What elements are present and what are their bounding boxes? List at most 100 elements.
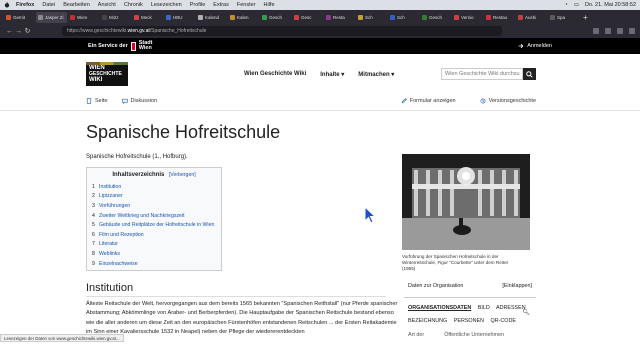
tab-adressen[interactable]: ADRESSEN: [496, 305, 526, 311]
login-link[interactable]: Anmelden: [518, 43, 552, 49]
menu-profile[interactable]: Profile: [190, 2, 206, 8]
menu-fenster[interactable]: Fenster: [237, 2, 256, 8]
toc-link[interactable]: Einzelnachweise: [99, 261, 138, 267]
wien-geschichte-wiki-logo[interactable]: WIEN GESCHICHTE WIKI: [86, 62, 128, 86]
toc-number: 6: [92, 231, 95, 238]
menu-chronik[interactable]: Chronik: [124, 2, 143, 8]
search-input[interactable]: Wien Geschichte Wiki durchsu: [441, 68, 523, 80]
toc-item[interactable]: 7 Literatur: [92, 240, 216, 250]
databox-toggle[interactable]: [Einklappen]: [502, 283, 532, 289]
discussion-icon: [121, 98, 128, 104]
apple-icon[interactable]: [4, 2, 10, 8]
tab-label: Wien: [77, 14, 88, 20]
search-button[interactable]: [523, 68, 536, 80]
toc-item[interactable]: 4 Zweiter Weltkrieg und Nachkriegszeit: [92, 211, 216, 221]
nav-wiki[interactable]: Wien Geschichte Wiki: [244, 71, 306, 78]
toc-item[interactable]: 9 Einzelnachweise: [92, 259, 216, 269]
browser-tab[interactable]: Wien: [68, 12, 99, 23]
downloads-icon[interactable]: [617, 28, 623, 34]
browser-tab[interactable]: Sch: [388, 12, 419, 23]
browser-tab[interactable]: Spa: [548, 12, 579, 23]
toc-number: 5: [92, 222, 95, 229]
browser-tab[interactable]: Gemit: [4, 12, 35, 23]
url-field[interactable]: https://www.geschichtewiki. wien.gv.at/Sp…: [62, 26, 502, 36]
tab-bild[interactable]: BILD: [478, 305, 490, 311]
toc-item[interactable]: 3 Vorführungen: [92, 201, 216, 211]
toc-link[interactable]: Zweiter Weltkrieg und Nachkriegszeit: [99, 213, 185, 219]
tab-personen[interactable]: PERSONEN: [454, 318, 484, 324]
history-link[interactable]: Versionsgeschichte: [480, 98, 536, 104]
section-title: Institution: [86, 282, 134, 294]
nav-inhalte[interactable]: Inhalte ▾: [320, 71, 344, 78]
toc-heading: Inhaltsverzeichnis: [112, 172, 165, 178]
tab-page[interactable]: Seite: [86, 98, 108, 104]
menubar-clock[interactable]: Do. 21. Mai 20:58:52: [585, 2, 636, 8]
browser-tab[interactable]: Kalen: [228, 12, 259, 23]
toc-link[interactable]: Gebäude und Reitplätze der Hofreitschule…: [99, 222, 214, 228]
toc-link[interactable]: Vorführungen: [99, 203, 130, 209]
back-icon[interactable]: ←: [5, 28, 14, 35]
menu-icon[interactable]: [629, 28, 635, 34]
vpn-icon[interactable]: [605, 28, 611, 34]
tab-bezeichnung[interactable]: BEZEICHNUNG: [408, 318, 447, 324]
nav-mitmachen[interactable]: Mitmachen ▾: [358, 71, 394, 78]
menu-app-name[interactable]: Firefox: [16, 2, 34, 8]
battery-icon[interactable]: ▭: [574, 2, 579, 8]
show-form-link[interactable]: Formular anzeigen: [401, 98, 456, 104]
browser-tab[interactable]: Gesc: [292, 12, 323, 23]
browser-tab[interactable]: Aushi: [516, 12, 547, 23]
browser-tab[interactable]: Versio: [452, 12, 483, 23]
browser-tab[interactable]: Gesch: [260, 12, 291, 23]
toc-item[interactable]: 5 Gebäude und Reitplätze der Hofreitschul…: [92, 220, 216, 230]
toc-item[interactable]: 2 Lipizzaner: [92, 192, 216, 202]
browser-tab[interactable]: Gesch: [420, 12, 451, 23]
browser-tab[interactable]: Resta: [324, 12, 355, 23]
toc-number: 8: [92, 250, 95, 257]
stadt-wien-logo[interactable]: Stadt Wien: [130, 40, 153, 52]
toc-link[interactable]: Lipizzaner: [99, 193, 123, 199]
toc-link[interactable]: Literatur: [99, 241, 118, 247]
menu-hilfe[interactable]: Hilfe: [264, 2, 275, 8]
extension-icon[interactable]: [593, 28, 599, 34]
toc-item[interactable]: 6 Film und Rezeption: [92, 230, 216, 240]
toc-toggle[interactable]: [Verbergen]: [169, 172, 196, 178]
tab-label: Kalen: [237, 14, 249, 20]
tab-favicon-icon: [390, 14, 395, 20]
tab-organisationsdaten[interactable]: ORGANISATIONSDATEN: [408, 305, 471, 311]
browser-tab[interactable]: Sch: [356, 12, 387, 23]
wien-flag-icon: [130, 41, 136, 51]
tab-label: Sch: [365, 14, 373, 20]
logo-line3: WIKI: [89, 77, 103, 83]
tab-discussion[interactable]: Diskussion: [121, 98, 157, 104]
toc-item[interactable]: 1 Institution: [92, 182, 216, 192]
tab-qr-code[interactable]: QR-CODE: [491, 318, 516, 324]
menu-extras[interactable]: Extras: [213, 2, 229, 8]
browser-tab[interactable]: Restau: [484, 12, 515, 23]
menu-lesezeichen[interactable]: Lesezeichen: [151, 2, 182, 8]
tab-label: Kalend: [205, 14, 220, 20]
tab-favicon-icon: [486, 14, 491, 20]
browser-tab[interactable]: Meck: [132, 12, 163, 23]
tab-label: Spa: [557, 14, 566, 20]
reload-icon[interactable]: ↻: [23, 27, 32, 35]
menu-datei[interactable]: Datei: [42, 2, 55, 8]
tab-favicon-icon: [454, 14, 459, 20]
toc-link[interactable]: Weblinks: [99, 251, 120, 257]
url-prefix: https://www.geschichtewiki.: [67, 28, 128, 34]
tab-favicon-icon: [6, 14, 11, 20]
menu-bearbeiten[interactable]: Bearbeiten: [63, 2, 90, 8]
browser-tab[interactable]: Mi2z: [100, 12, 131, 23]
new-tab-icon[interactable]: +: [583, 13, 588, 22]
url-path: /Spanische_Hofreitschule: [149, 28, 207, 34]
browser-tab[interactable]: Kalend: [196, 12, 227, 23]
browser-tab[interactable]: HBU: [164, 12, 195, 23]
menu-ansicht[interactable]: Ansicht: [98, 2, 116, 8]
forward-icon[interactable]: →: [14, 28, 23, 35]
hall-photo[interactable]: [402, 154, 530, 250]
toc-link[interactable]: Institution: [99, 184, 121, 190]
toc-item[interactable]: 8 Weblinks: [92, 249, 216, 259]
browser-tab[interactable]: Jasper Zi: [36, 11, 67, 23]
tab-favicon-icon: [294, 14, 299, 20]
toc-link[interactable]: Film und Rezeption: [99, 232, 144, 238]
wifi-icon[interactable]: ◔: [564, 2, 567, 8]
